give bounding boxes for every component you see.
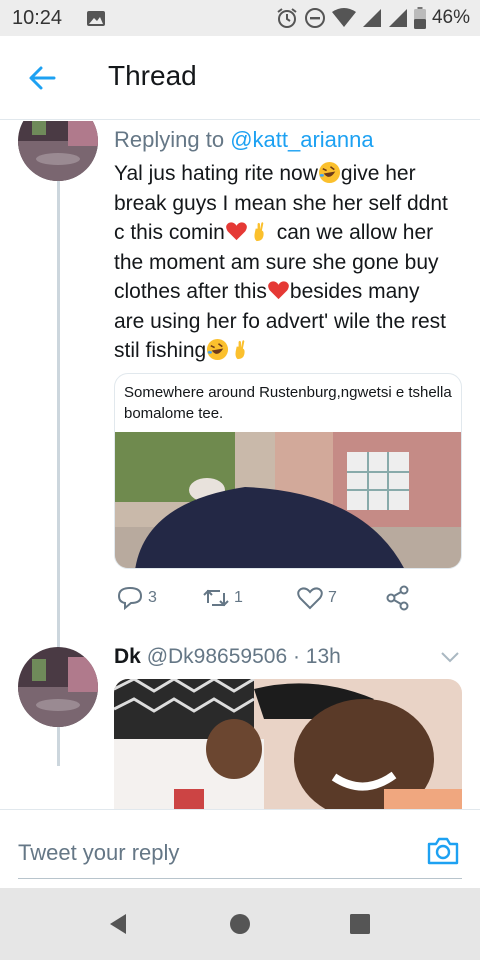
recents-square-icon[interactable]	[348, 912, 372, 936]
reply-icon	[117, 586, 143, 611]
status-bar: 10:24 46%	[0, 0, 480, 36]
tweet-header: Dk @Dk98659506 · 13h	[114, 645, 341, 669]
avatar-image	[18, 121, 98, 181]
tweet-text-segment: break guys I mean she her self ddnt	[114, 191, 448, 215]
retweet-action[interactable]: 1	[202, 585, 243, 611]
system-nav-bar	[0, 888, 480, 960]
battery-percent: 46%	[431, 7, 470, 28]
tweet-photo[interactable]	[114, 679, 462, 809]
tweet-text-segment: c this comin	[114, 221, 225, 244]
tweet-text-segment: the moment am sure she gone buy	[114, 250, 439, 274]
battery-icon	[413, 7, 426, 29]
share-icon	[386, 585, 409, 611]
tweet-text-segment: besides many	[289, 280, 420, 303]
back-arrow-icon[interactable]	[26, 62, 58, 94]
tweet-text-segment: clothes after this	[114, 280, 267, 303]
handle-and-time: @Dk98659506 · 13h	[146, 645, 341, 668]
rofl-emoji-icon	[207, 338, 229, 361]
alarm-icon	[277, 8, 297, 28]
retweet-count: 1	[234, 589, 243, 606]
avatar-image	[18, 647, 98, 727]
status-time: 10:24	[12, 7, 63, 29]
red-heart-emoji-icon	[268, 281, 289, 300]
heart-outline-icon	[297, 587, 323, 610]
tweet-text-segment: give her	[340, 162, 416, 185]
thread-header: Thread	[0, 36, 480, 120]
tweet-text-segment: are using her fo advert' wile the rest	[114, 309, 447, 333]
card-caption: Somewhere around Rustenburg,ngwetsi e ts…	[124, 384, 452, 422]
signal-icon	[362, 9, 381, 27]
replying-to: Replying to @katt_arianna	[114, 127, 374, 153]
share-action[interactable]	[384, 585, 412, 611]
signal-icon-2	[388, 9, 407, 27]
replying-prefix: Replying to	[114, 127, 231, 152]
reply-action[interactable]: 3	[116, 585, 157, 611]
chevron-down-icon[interactable]	[438, 647, 462, 667]
tweet-text: Yal jus hating rite now give her break gu…	[114, 159, 466, 366]
status-icons: 46%	[276, 6, 470, 30]
tweet-reply-input[interactable]: Tweet your reply	[18, 840, 179, 866]
retweet-icon	[203, 589, 229, 607]
crossed-fingers-emoji-icon	[254, 222, 264, 242]
quoted-image-card[interactable]: Somewhere around Rustenburg,ngwetsi e ts…	[114, 373, 462, 569]
tweet-text-segment: can we allow her	[276, 221, 434, 244]
tweet-actions: 3 1 7	[114, 585, 434, 613]
gallery-icon	[87, 11, 105, 26]
home-circle-icon[interactable]	[228, 912, 252, 936]
back-triangle-icon[interactable]	[106, 912, 130, 936]
dnd-icon	[304, 8, 325, 28]
reply-count: 3	[148, 589, 157, 606]
crossed-fingers-emoji-icon	[235, 340, 245, 360]
wifi-icon	[331, 8, 356, 27]
display-name[interactable]: Dk	[114, 645, 141, 668]
avatar[interactable]	[18, 121, 98, 181]
red-heart-emoji-icon	[226, 222, 247, 241]
thread-list[interactable]: Replying to @katt_arianna Yal jus hating…	[0, 121, 480, 809]
camera-icon[interactable]	[426, 834, 460, 868]
avatar[interactable]	[18, 647, 98, 727]
like-action[interactable]: 7	[296, 585, 337, 611]
replying-handle-link[interactable]: @katt_arianna	[230, 127, 373, 152]
like-count: 7	[328, 589, 337, 606]
rofl-emoji-icon	[318, 161, 340, 184]
tweet-text-segment: stil fishing	[114, 339, 207, 362]
input-underline	[18, 878, 462, 879]
reply-composer: Tweet your reply	[0, 809, 480, 887]
tweet-text-segment: Yal jus hating rite now	[114, 162, 318, 185]
card-photo[interactable]	[115, 432, 462, 569]
page-title: Thread	[108, 60, 197, 91]
